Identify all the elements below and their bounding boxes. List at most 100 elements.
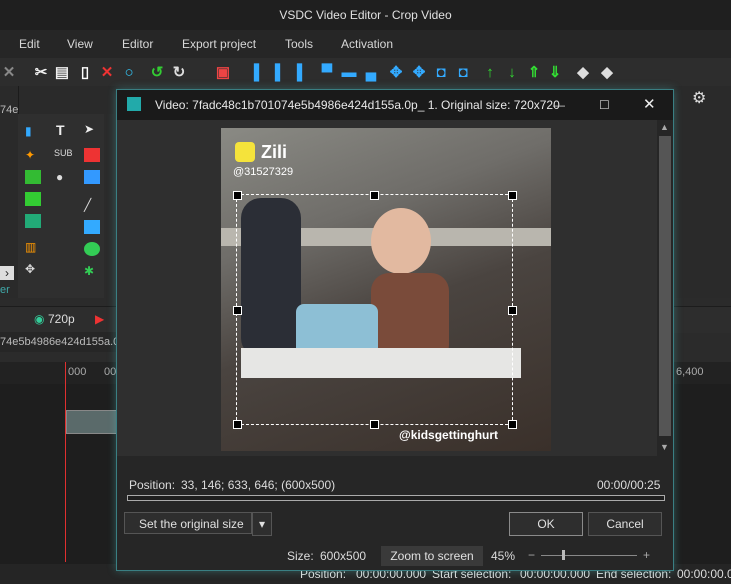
scroll-thumb[interactable] (659, 136, 671, 436)
crop-handle[interactable] (370, 420, 379, 429)
distribute-v-icon[interactable]: ✥ (410, 63, 428, 81)
align-left-icon[interactable]: ▐ (245, 63, 263, 81)
app-icon (127, 97, 141, 111)
menu-edit[interactable]: Edit (19, 30, 40, 58)
main-toolbar: ✕ ✂ ▤ ▯ ✕ ○ ↺ ↻ ▣ ▐ ▐ ▐ ▀ ▬ ▄ ✥ ✥ ◘ ◘ ↑ … (0, 58, 731, 87)
crop-handle[interactable] (233, 306, 242, 315)
align-right-icon[interactable]: ▐ (288, 63, 306, 81)
subtitle-icon[interactable]: SUB (54, 148, 73, 162)
move-up-icon[interactable]: ↑ (481, 63, 499, 81)
paste-icon[interactable]: ▯ (76, 63, 94, 81)
same-width-icon[interactable]: ◘ (432, 63, 450, 81)
close-icon[interactable]: ✕ (0, 63, 18, 81)
menu-view[interactable]: View (67, 30, 93, 58)
group-icon[interactable]: ◆ (574, 63, 592, 81)
crop-handle[interactable] (508, 306, 517, 315)
dialog-title-bar: Video: 7fadc48c1b701074e5b4986e424d155a.… (117, 90, 673, 120)
rectangle-icon[interactable] (84, 220, 100, 234)
undo-icon[interactable]: ↺ (148, 63, 166, 81)
ellipse-icon[interactable] (84, 242, 100, 256)
cut-icon[interactable]: ✂ (32, 63, 50, 81)
spectrum-icon[interactable]: ▥ (25, 240, 41, 254)
ungroup-icon[interactable]: ◆ (598, 63, 616, 81)
zoom-to-screen-button[interactable]: Zoom to screen (381, 546, 483, 566)
delete-icon[interactable]: ✕ (98, 63, 116, 81)
menu-editor[interactable]: Editor (122, 30, 153, 58)
menu-bar: Edit View Editor Export project Tools Ac… (0, 30, 731, 58)
crop-handle[interactable] (233, 191, 242, 200)
chart-icon[interactable]: ▮ (25, 124, 41, 138)
crop-rectangle[interactable] (233, 191, 517, 429)
zoom-value: 45% (491, 549, 516, 563)
send-back-icon[interactable]: ⇓ (546, 63, 564, 81)
bring-front-icon[interactable]: ⇑ (525, 63, 543, 81)
menu-tools[interactable]: Tools (285, 30, 313, 58)
crop-dialog: Video: 7fadc48c1b701074e5b4986e424d155a.… (116, 89, 674, 571)
video-clip[interactable] (66, 410, 118, 434)
window-title: VSDC Video Editor - Crop Video (0, 0, 731, 30)
layer-icon[interactable] (84, 170, 100, 184)
same-height-icon[interactable]: ◘ (454, 63, 472, 81)
left-edge-panel: 74e › er (0, 86, 19, 298)
zoom-in-icon[interactable]: + (643, 548, 650, 562)
chevron-down-icon[interactable]: ▾ (252, 512, 272, 536)
record-icon[interactable]: ▶ (95, 312, 104, 326)
playhead[interactable] (65, 362, 66, 562)
set-original-size-button[interactable]: Set the original size (124, 512, 252, 534)
menu-activation[interactable]: Activation (341, 30, 393, 58)
panel-label: 74e (0, 104, 19, 116)
video-preview-area: Zili @31527329 @kidsgettinghurt (117, 120, 657, 456)
crop-handle[interactable] (370, 191, 379, 200)
eye-icon[interactable]: ◉ (34, 312, 44, 326)
position-label: Position: (129, 478, 176, 492)
zoom-slider-thumb[interactable] (562, 550, 565, 560)
image-icon[interactable] (25, 170, 41, 184)
vertical-scrollbar[interactable]: ▲ ▼ (657, 120, 673, 456)
scroll-down-icon[interactable]: ▼ (660, 442, 669, 452)
scroll-up-icon[interactable]: ▲ (660, 122, 669, 132)
line-icon[interactable]: ╱ (84, 198, 100, 212)
size-label: Size: (287, 549, 314, 563)
align-top-icon[interactable]: ▀ (318, 63, 336, 81)
crop-handle[interactable] (508, 191, 517, 200)
video-icon[interactable] (25, 214, 41, 228)
align-middle-icon[interactable]: ▬ (340, 63, 358, 81)
circle-icon[interactable]: ○ (120, 63, 138, 81)
redo-icon[interactable]: ↻ (170, 63, 188, 81)
speech-icon[interactable]: ● (56, 170, 72, 184)
position-value: 33, 146; 633, 646; (600x500) (181, 478, 336, 492)
copy-icon[interactable]: ▤ (53, 63, 71, 81)
watermark-bottom: @kidsgettinghurt (399, 428, 499, 442)
panel-label-er: er (0, 284, 10, 296)
expand-arrow-icon[interactable]: › (0, 266, 14, 280)
crop-select-icon[interactable]: ▣ (214, 63, 232, 81)
rect-red-icon[interactable] (84, 148, 100, 162)
time-slider[interactable] (127, 495, 665, 501)
horizontal-scrollbar[interactable] (117, 456, 657, 470)
crop-handle[interactable] (233, 420, 242, 429)
dialog-title: Video: 7fadc48c1b701074e5b4986e424d155a.… (155, 98, 560, 112)
ok-button[interactable]: OK (509, 512, 583, 536)
person-icon[interactable]: ✦ (25, 148, 41, 162)
audio-icon[interactable] (25, 192, 41, 206)
zoom-slider[interactable] (541, 550, 637, 560)
settings-icon[interactable]: ⚙ (692, 88, 706, 108)
size-value: 600x500 (320, 549, 367, 563)
cancel-button[interactable]: Cancel (588, 512, 662, 536)
maximize-icon[interactable]: ☐ (599, 90, 610, 120)
pointer-icon[interactable]: ➤ (84, 122, 100, 136)
align-bottom-icon[interactable]: ▄ (362, 63, 380, 81)
text-icon[interactable]: T (56, 122, 72, 138)
crop-handle[interactable] (508, 420, 517, 429)
move-icon[interactable]: ✥ (25, 262, 41, 276)
menu-export-project[interactable]: Export project (182, 30, 256, 58)
freeform-icon[interactable]: ✱ (84, 264, 100, 278)
minimize-icon[interactable]: — (553, 90, 565, 120)
resolution-select[interactable]: 720p (48, 312, 75, 326)
object-tools-panel: ▮ T ➤ ✦ SUB ● ╱ ▥ ✥ ✱ (18, 114, 104, 298)
zoom-out-icon[interactable]: − (528, 548, 535, 562)
move-down-icon[interactable]: ↓ (503, 63, 521, 81)
align-center-icon[interactable]: ▐ (266, 63, 284, 81)
distribute-h-icon[interactable]: ✥ (387, 63, 405, 81)
close-dialog-icon[interactable]: ✕ (643, 90, 656, 120)
